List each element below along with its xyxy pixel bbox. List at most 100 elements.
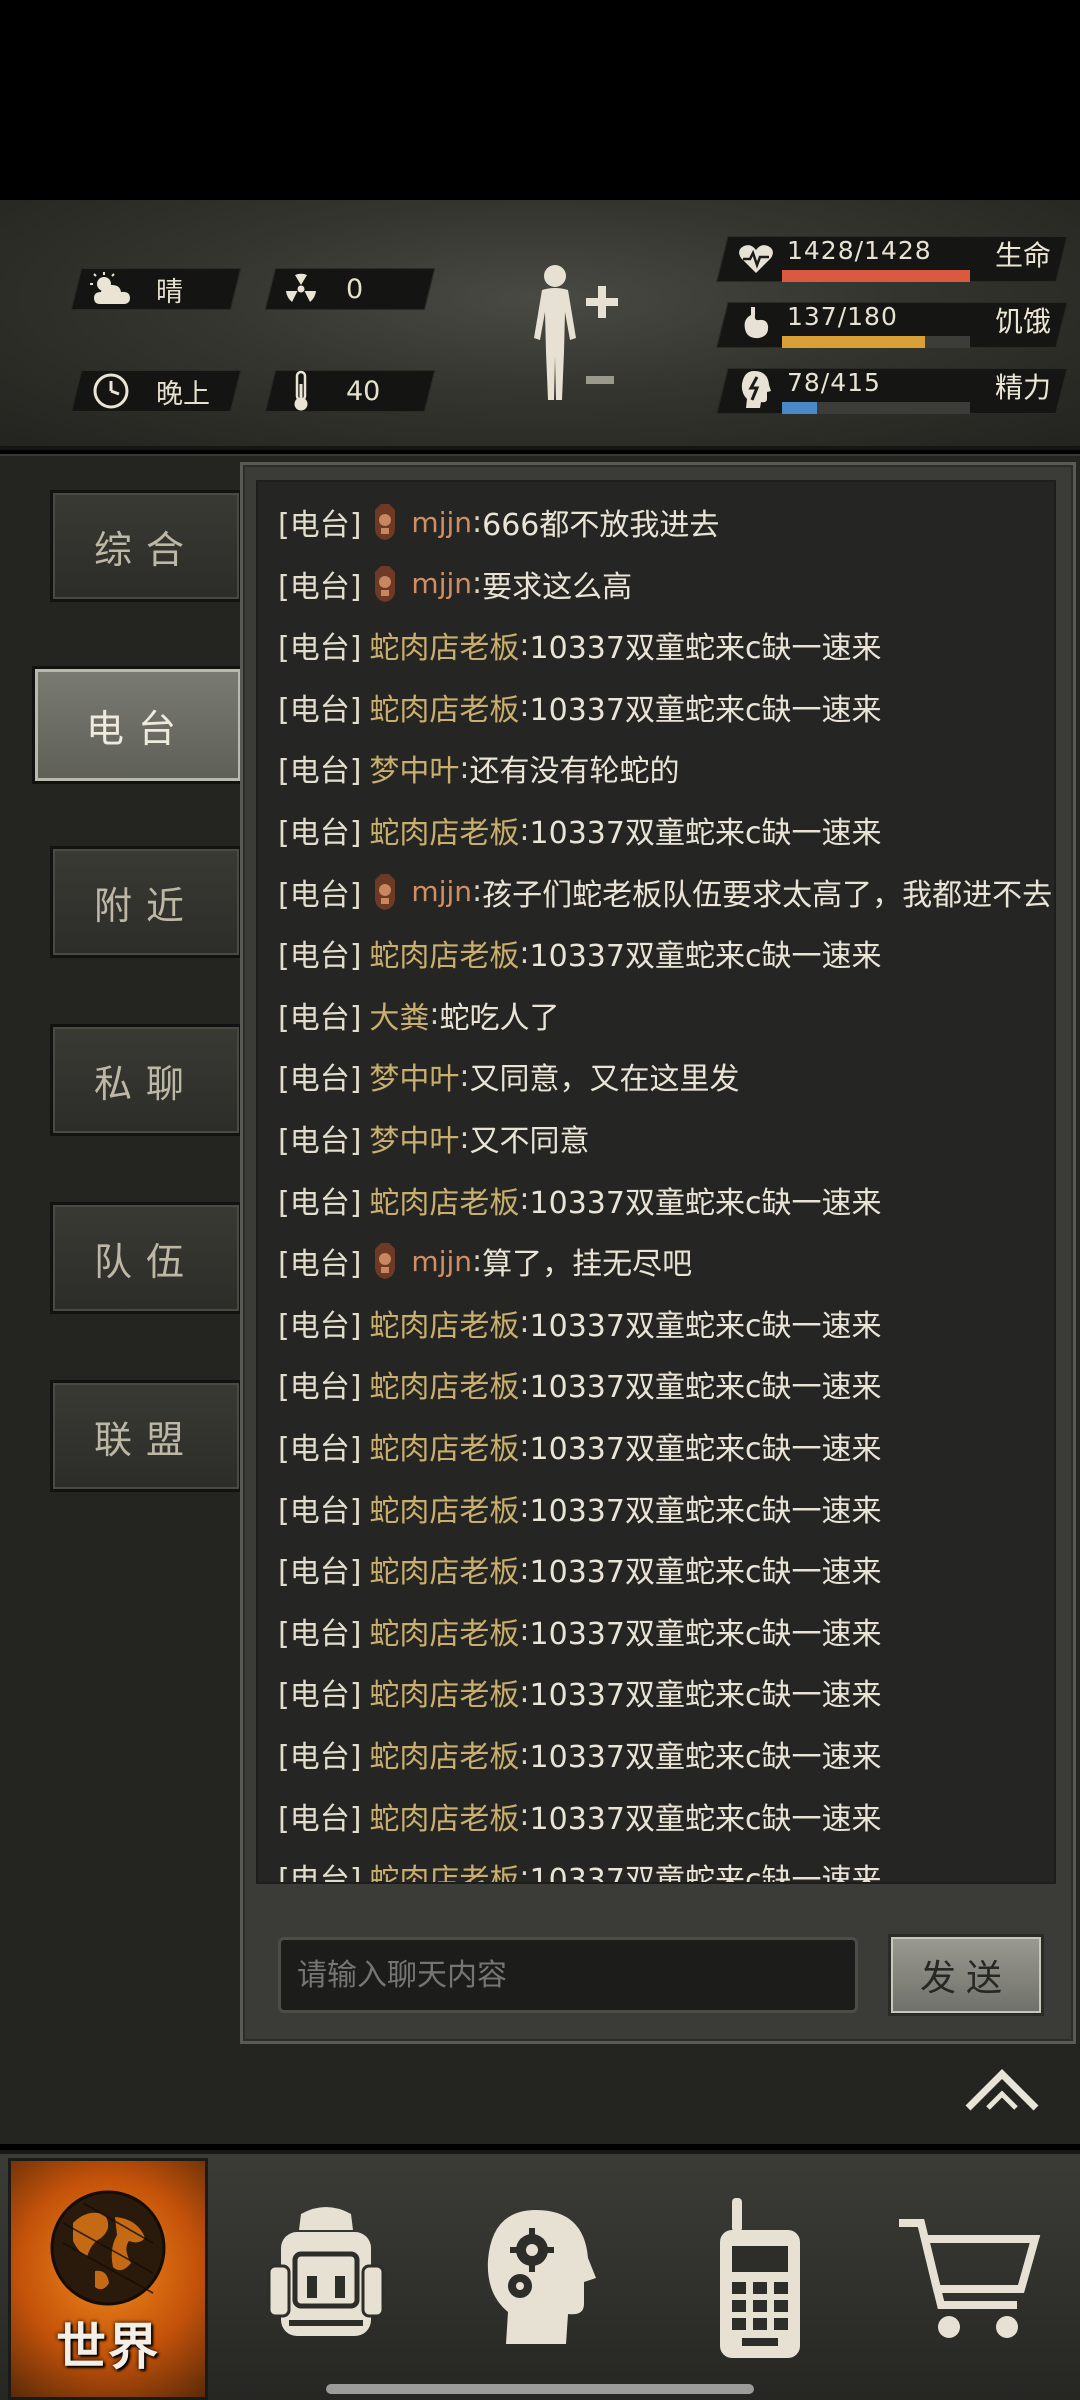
message-text: 10337双童蛇来c缺一速来: [529, 1370, 882, 1406]
name-separator: :: [519, 627, 530, 663]
home-indicator[interactable]: [326, 2384, 754, 2394]
sender-name[interactable]: mjjn: [411, 875, 472, 908]
sender-name[interactable]: mjjn: [411, 1245, 472, 1278]
nav-world-label: 世界: [56, 2318, 160, 2376]
sender-name[interactable]: 蛇肉店老板: [369, 1547, 519, 1591]
message-text: 蛇吃人了: [439, 1000, 560, 1036]
message-text: 10337双童蛇来c缺一速来: [529, 631, 882, 667]
tab-2[interactable]: 附近: [50, 846, 242, 958]
chat-message[interactable]: [电台] 蛇肉店老板:10337双童蛇来c缺一速来: [278, 1786, 881, 1846]
channel-tag: [电台]: [278, 1308, 362, 1344]
radiation-status[interactable]: 0: [278, 268, 363, 310]
sender-name[interactable]: 蛇肉店老板: [369, 685, 519, 729]
name-separator: :: [519, 1736, 530, 1772]
sender-name[interactable]: 蛇肉店老板: [369, 1424, 519, 1468]
chat-message[interactable]: [电台] 梦中叶: 又不同意: [278, 1108, 590, 1168]
channel-tag: [电台]: [278, 1185, 362, 1221]
name-separator: :: [519, 935, 530, 971]
message-text: 孩子们蛇老板队伍要求太高了，我都进不去: [482, 877, 1053, 913]
chat-message[interactable]: [电台] 蛇肉店老板:10337双童蛇来c缺一速来: [278, 1539, 881, 1599]
chat-message[interactable]: [电台] 大粪: 蛇吃人了: [278, 985, 560, 1045]
user-rank-badge-icon: [369, 565, 401, 602]
sender-name[interactable]: 蛇肉店老板: [369, 1670, 519, 1714]
chat-message[interactable]: [电台] 蛇肉店老板:10337双童蛇来c缺一速来: [278, 1170, 881, 1230]
sender-name[interactable]: 梦中叶: [369, 1054, 459, 1098]
sender-name[interactable]: 大粪: [369, 993, 429, 1037]
chat-message[interactable]: [电台] 蛇肉店老板:10337双童蛇来c缺一速来: [278, 677, 881, 737]
channel-tag: [电台]: [278, 1616, 362, 1652]
user-rank-badge-icon: [369, 1243, 401, 1280]
chat-message[interactable]: [电台] mjjn:666都不放我进去: [278, 492, 719, 552]
chat-message[interactable]: [电台] mjjn: 孩子们蛇老板队伍要求太高了，我都进不去: [278, 862, 1052, 922]
weather-value: 晴: [156, 276, 183, 308]
tab-5[interactable]: 联盟: [50, 1380, 242, 1492]
chat-message[interactable]: [电台] 梦中叶: 又同意，又在这里发: [278, 1046, 740, 1106]
chat-message[interactable]: [电台] 梦中叶: 还有没有轮蛇的: [278, 738, 680, 798]
chat-message[interactable]: [电台] 蛇肉店老板:10337双童蛇来c缺一速来: [278, 1478, 881, 1538]
chat-message[interactable]: [电台] 蛇肉店老板:10337双童蛇来c缺一速来: [278, 1354, 881, 1414]
health-bar: [782, 270, 970, 282]
tab-0[interactable]: 综合: [50, 490, 242, 602]
sender-name[interactable]: mjjn: [411, 506, 472, 539]
channel-tag: [电台]: [278, 1370, 362, 1406]
chat-message[interactable]: [电台] mjjn: 算了，挂无尽吧: [278, 1231, 692, 1291]
chat-message[interactable]: [电台] 蛇肉店老板:10337双童蛇来c缺一速来: [278, 1416, 881, 1476]
chat-message-list[interactable]: [电台] mjjn:666都不放我进去 [电台] mjjn: 要求这么高 [电台] 蛇肉店老…: [256, 480, 1056, 1884]
sender-name[interactable]: 蛇肉店老板: [369, 1362, 519, 1406]
message-text: 又同意，又在这里发: [469, 1062, 740, 1098]
sender-name[interactable]: 蛇肉店老板: [369, 931, 519, 975]
cloud-sun-icon: [88, 266, 134, 312]
sender-name[interactable]: 梦中叶: [369, 1116, 459, 1160]
sender-name[interactable]: 蛇肉店老板: [369, 623, 519, 667]
body-status-figure[interactable]: [520, 260, 630, 420]
tab-3[interactable]: 私聊: [50, 1024, 242, 1136]
radiation-value: 0: [346, 273, 364, 305]
hunger-value: 137/180: [787, 302, 898, 331]
globe-icon: [50, 2190, 166, 2306]
sender-name[interactable]: 蛇肉店老板: [369, 1794, 519, 1838]
nav-world-button[interactable]: 世界: [8, 2158, 208, 2400]
sender-name[interactable]: 蛇肉店老板: [369, 1178, 519, 1222]
sender-name[interactable]: 梦中叶: [369, 746, 459, 790]
sender-name[interactable]: 蛇肉店老板: [369, 1301, 519, 1345]
chat-message[interactable]: [电台] 蛇肉店老板:10337双童蛇来c缺一速来: [278, 1724, 881, 1784]
chat-input[interactable]: [278, 1937, 858, 2013]
chat-message[interactable]: [电台] 蛇肉店老板:10337双童蛇来c缺一速来: [278, 923, 881, 983]
chat-message[interactable]: [电台] 蛇肉店老板:10337双童蛇来c缺一速来: [278, 1662, 881, 1722]
nav-skills-button[interactable]: [440, 2154, 640, 2400]
sender-name[interactable]: 蛇肉店老板: [369, 1609, 519, 1653]
sender-name[interactable]: mjjn: [411, 567, 472, 600]
nav-backpack-button[interactable]: [226, 2154, 426, 2400]
chat-message[interactable]: [电台] 蛇肉店老板:10337双童蛇来c缺一速来: [278, 1847, 881, 1882]
tab-1[interactable]: 电台: [32, 666, 244, 784]
channel-tag: [电台]: [278, 1740, 362, 1775]
chat-message[interactable]: [电台] 蛇肉店老板:10337双童蛇来c缺一速来: [278, 1601, 881, 1661]
chat-message[interactable]: [电台] 蛇肉店老板:10337双童蛇来c缺一速来: [278, 800, 881, 860]
time-status[interactable]: 晚上: [88, 370, 210, 412]
channel-tag: [电台]: [278, 1555, 362, 1591]
temperature-status[interactable]: 40: [278, 370, 380, 412]
channel-tag: [电台]: [278, 1493, 362, 1529]
channel-tag: [电台]: [278, 1062, 362, 1098]
tab-4[interactable]: 队伍: [50, 1202, 242, 1314]
sender-name[interactable]: 蛇肉店老板: [369, 1855, 519, 1882]
chat-message[interactable]: [电台] 蛇肉店老板:10337双童蛇来c缺一速来: [278, 615, 881, 675]
name-separator: :: [472, 874, 483, 910]
temperature-value: 40: [346, 375, 381, 407]
nav-shop-button[interactable]: [868, 2154, 1068, 2400]
nav-radio-button[interactable]: [660, 2154, 860, 2400]
message-text: 10337双童蛇来c缺一速来: [529, 1678, 882, 1714]
name-separator: :: [519, 1551, 530, 1587]
sender-name[interactable]: 蛇肉店老板: [369, 1732, 519, 1776]
sender-name[interactable]: 蛇肉店老板: [369, 808, 519, 852]
message-text: 10337双童蛇来c缺一速来: [529, 939, 882, 975]
send-button[interactable]: 发送: [888, 1934, 1044, 2016]
chat-message[interactable]: [电台] mjjn: 要求这么高: [278, 554, 632, 614]
chat-message[interactable]: [电台] 蛇肉店老板:10337双童蛇来c缺一速来: [278, 1293, 881, 1353]
channel-tag: [电台]: [278, 631, 362, 667]
sender-name[interactable]: 蛇肉店老板: [369, 1486, 519, 1530]
weather-status[interactable]: 晴: [88, 268, 183, 310]
collapse-chevron-icon[interactable]: [962, 2064, 1042, 2114]
message-text: 算了，挂无尽吧: [482, 1247, 693, 1283]
channel-tag: [电台]: [278, 1247, 362, 1283]
